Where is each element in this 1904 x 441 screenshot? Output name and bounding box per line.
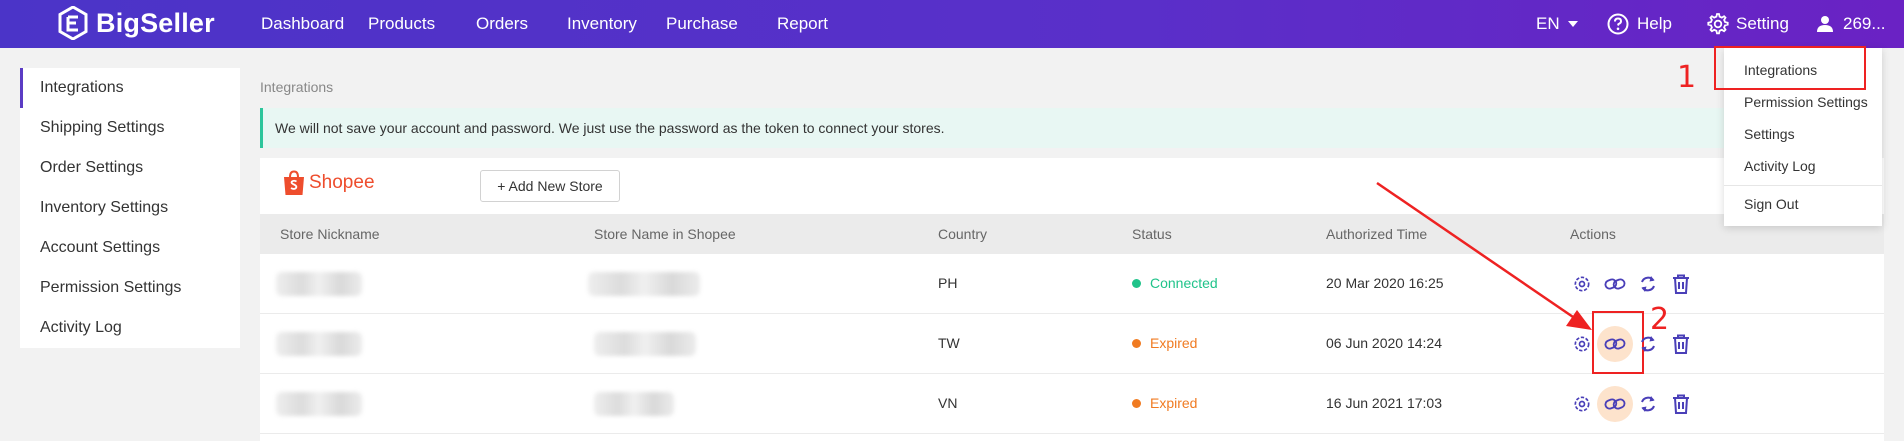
user-menu[interactable]: 269... bbox=[1816, 14, 1886, 34]
caret-down-icon bbox=[1567, 21, 1578, 27]
store-nickname-redacted bbox=[276, 392, 362, 416]
shopee-bag-icon bbox=[284, 170, 304, 195]
settings-icon[interactable] bbox=[1570, 272, 1594, 296]
nav-inventory[interactable]: Inventory bbox=[567, 14, 637, 34]
sidebar-item-inventory-settings[interactable]: Inventory Settings bbox=[20, 188, 240, 228]
annotation-box-integrations bbox=[1714, 46, 1866, 90]
row-actions bbox=[1570, 272, 1702, 296]
table-header: Store Nickname Store Name in Shopee Coun… bbox=[260, 214, 1884, 254]
menu-item-sign-out[interactable]: Sign Out bbox=[1744, 196, 1798, 212]
store-name-redacted bbox=[594, 332, 696, 356]
column-actions: Actions bbox=[1570, 226, 1616, 242]
store-nickname-redacted bbox=[276, 332, 362, 356]
delete-icon[interactable] bbox=[1669, 392, 1693, 416]
authorized-time-cell: 16 Jun 2021 17:03 bbox=[1326, 395, 1442, 411]
status-badge: Expired bbox=[1132, 395, 1197, 411]
breadcrumb: Integrations bbox=[260, 79, 334, 95]
column-country: Country bbox=[938, 226, 988, 242]
shopee-logo: Shopee bbox=[282, 170, 375, 196]
country-cell: PH bbox=[938, 275, 958, 291]
settings-sidebar: Integrations Shipping Settings Order Set… bbox=[20, 68, 240, 348]
info-notice: We will not save your account and passwo… bbox=[260, 108, 1780, 148]
setting-menu[interactable]: Setting bbox=[1706, 12, 1789, 36]
nav-purchase[interactable]: Purchase bbox=[666, 14, 738, 34]
refresh-icon[interactable] bbox=[1636, 332, 1660, 356]
shopee-label: Shopee bbox=[309, 172, 375, 193]
gear-icon bbox=[1707, 13, 1729, 35]
table-row: VN Expired 16 Jun 2021 17:03 bbox=[260, 374, 1884, 434]
menu-divider bbox=[1724, 185, 1882, 186]
column-status: Status bbox=[1132, 226, 1172, 242]
sidebar-item-permission-settings[interactable]: Permission Settings bbox=[20, 268, 240, 308]
annotation-step-2: 2 bbox=[1650, 302, 1670, 337]
status-label: Expired bbox=[1150, 395, 1198, 411]
status-badge: Expired bbox=[1132, 335, 1197, 351]
store-panel: Shopee + Add New Store Store Nickname St… bbox=[260, 158, 1884, 441]
link-icon[interactable] bbox=[1597, 326, 1633, 362]
column-authorized-time: Authorized Time bbox=[1326, 226, 1428, 242]
delete-icon[interactable] bbox=[1669, 332, 1693, 356]
store-nickname-redacted bbox=[276, 272, 362, 296]
store-name-redacted bbox=[594, 392, 674, 416]
top-navigation-bar: BigSeller Dashboard Products Orders Inve… bbox=[0, 0, 1904, 48]
status-badge: Connected bbox=[1132, 275, 1218, 291]
sidebar-item-account-settings[interactable]: Account Settings bbox=[20, 228, 240, 268]
refresh-icon[interactable] bbox=[1636, 392, 1660, 416]
menu-item-permission-settings[interactable]: Permission Settings bbox=[1744, 94, 1868, 110]
annotation-step-1: 1 bbox=[1677, 60, 1697, 95]
status-label: Expired bbox=[1150, 335, 1198, 351]
store-name-redacted bbox=[588, 272, 700, 296]
column-store-nickname: Store Nickname bbox=[280, 226, 380, 242]
add-new-store-button[interactable]: + Add New Store bbox=[480, 170, 620, 202]
bigseller-logo-icon bbox=[58, 6, 88, 40]
help-label: Help bbox=[1637, 14, 1672, 33]
logo-text: BigSeller bbox=[96, 7, 215, 38]
nav-report[interactable]: Report bbox=[777, 14, 828, 34]
settings-icon[interactable] bbox=[1570, 332, 1594, 356]
sidebar-item-shipping-settings[interactable]: Shipping Settings bbox=[20, 108, 240, 148]
language-label: EN bbox=[1536, 14, 1560, 33]
table-row: PH Connected 20 Mar 2020 16:25 bbox=[260, 254, 1884, 314]
help-icon bbox=[1607, 13, 1629, 35]
settings-icon[interactable] bbox=[1570, 392, 1594, 416]
menu-item-activity-log[interactable]: Activity Log bbox=[1744, 158, 1816, 174]
country-cell: TW bbox=[938, 335, 960, 351]
sidebar-item-activity-log[interactable]: Activity Log bbox=[20, 308, 240, 348]
country-cell: VN bbox=[938, 395, 958, 411]
bigseller-logo[interactable]: BigSeller bbox=[58, 6, 215, 40]
status-dot bbox=[1132, 278, 1141, 288]
column-store-name: Store Name in Shopee bbox=[594, 226, 736, 242]
delete-icon[interactable] bbox=[1669, 272, 1693, 296]
status-dot bbox=[1132, 398, 1141, 408]
setting-label: Setting bbox=[1736, 14, 1789, 33]
nav-products[interactable]: Products bbox=[368, 14, 435, 34]
status-dot bbox=[1132, 338, 1141, 348]
menu-item-settings[interactable]: Settings bbox=[1744, 126, 1795, 142]
user-icon bbox=[1817, 16, 1833, 32]
authorized-time-cell: 06 Jun 2020 14:24 bbox=[1326, 335, 1442, 351]
nav-dashboard[interactable]: Dashboard bbox=[261, 14, 344, 34]
user-label: 269... bbox=[1843, 14, 1886, 33]
help-link[interactable]: Help bbox=[1607, 13, 1672, 35]
link-icon[interactable] bbox=[1597, 386, 1633, 422]
sidebar-item-order-settings[interactable]: Order Settings bbox=[20, 148, 240, 188]
row-actions bbox=[1570, 386, 1702, 422]
language-selector[interactable]: EN bbox=[1536, 14, 1578, 34]
link-icon[interactable] bbox=[1603, 272, 1627, 296]
nav-orders[interactable]: Orders bbox=[476, 14, 528, 34]
sidebar-item-integrations[interactable]: Integrations bbox=[20, 68, 240, 108]
refresh-icon[interactable] bbox=[1636, 272, 1660, 296]
status-label: Connected bbox=[1150, 275, 1218, 291]
authorized-time-cell: 20 Mar 2020 16:25 bbox=[1326, 275, 1444, 291]
